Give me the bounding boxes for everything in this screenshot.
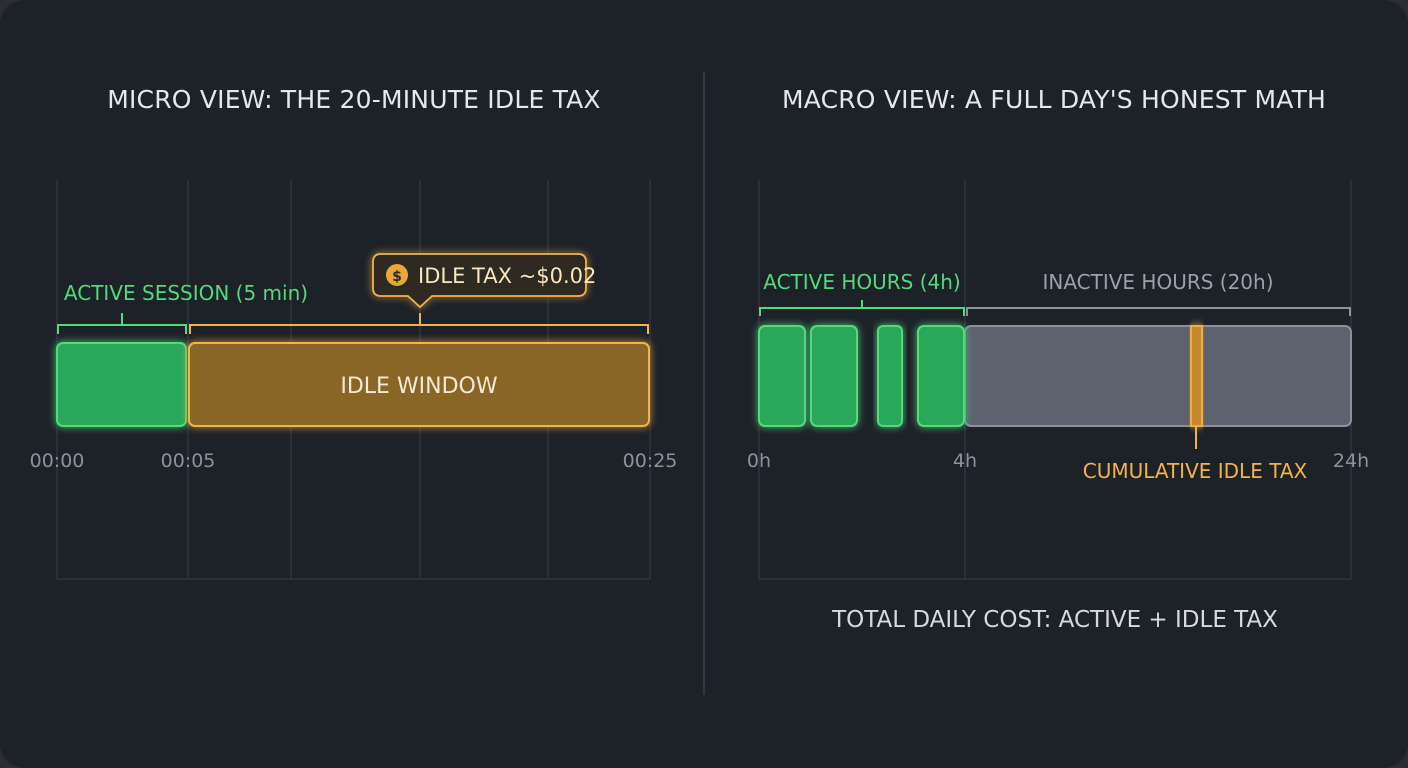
macro-inactive-bar bbox=[964, 325, 1352, 427]
macro-footer: TOTAL DAILY COST: ACTIVE + IDLE TAX bbox=[831, 607, 1278, 633]
macro-title: MACRO VIEW: A FULL DAY'S HONEST MATH bbox=[782, 85, 1326, 114]
macro-tick-2: 24h bbox=[1333, 450, 1369, 472]
dollar-coin-icon: $ bbox=[386, 264, 408, 286]
micro-active-bracket bbox=[57, 313, 187, 334]
micro-panel: MICRO VIEW: THE 20-MINUTE IDLE TAX ACTIV… bbox=[30, 85, 678, 580]
macro-tick-1: 4h bbox=[953, 450, 977, 472]
svg-text:$: $ bbox=[392, 269, 402, 285]
micro-idle-bracket bbox=[189, 313, 649, 334]
micro-tick-0: 00:00 bbox=[30, 450, 85, 472]
macro-panel: MACRO VIEW: A FULL DAY'S HONEST MATH ACT… bbox=[747, 85, 1369, 633]
macro-active-block-1 bbox=[758, 325, 806, 427]
macro-active-label: ACTIVE HOURS (4h) bbox=[763, 270, 960, 294]
micro-tick-2: 00:25 bbox=[623, 450, 678, 472]
micro-active-bar bbox=[56, 342, 187, 427]
macro-active-block-3 bbox=[877, 325, 903, 427]
micro-tick-1: 00:05 bbox=[161, 450, 216, 472]
macro-active-bracket bbox=[759, 300, 965, 316]
macro-inactive-label: INACTIVE HOURS (20h) bbox=[1042, 270, 1273, 294]
macro-active-block-4 bbox=[917, 325, 965, 427]
macro-inactive-bracket bbox=[966, 307, 1351, 316]
micro-title: MICRO VIEW: THE 20-MINUTE IDLE TAX bbox=[107, 85, 601, 114]
macro-active-block-2 bbox=[810, 325, 858, 427]
macro-tick-0: 0h bbox=[747, 450, 771, 472]
cumulative-idle-tax-marker bbox=[1190, 325, 1203, 427]
diagram-canvas: MICRO VIEW: THE 20-MINUTE IDLE TAX ACTIV… bbox=[0, 0, 1408, 768]
micro-idle-label: IDLE WINDOW bbox=[340, 374, 498, 399]
micro-active-label: ACTIVE SESSION (5 min) bbox=[64, 281, 308, 305]
diagram-svg: MICRO VIEW: THE 20-MINUTE IDLE TAX ACTIV… bbox=[30, 72, 1369, 695]
macro-marker-label: CUMULATIVE IDLE TAX bbox=[1083, 459, 1308, 483]
tooltip-text: IDLE TAX ~$0.02 bbox=[418, 264, 596, 288]
idle-tax-tooltip: $ IDLE TAX ~$0.02 bbox=[372, 253, 596, 309]
